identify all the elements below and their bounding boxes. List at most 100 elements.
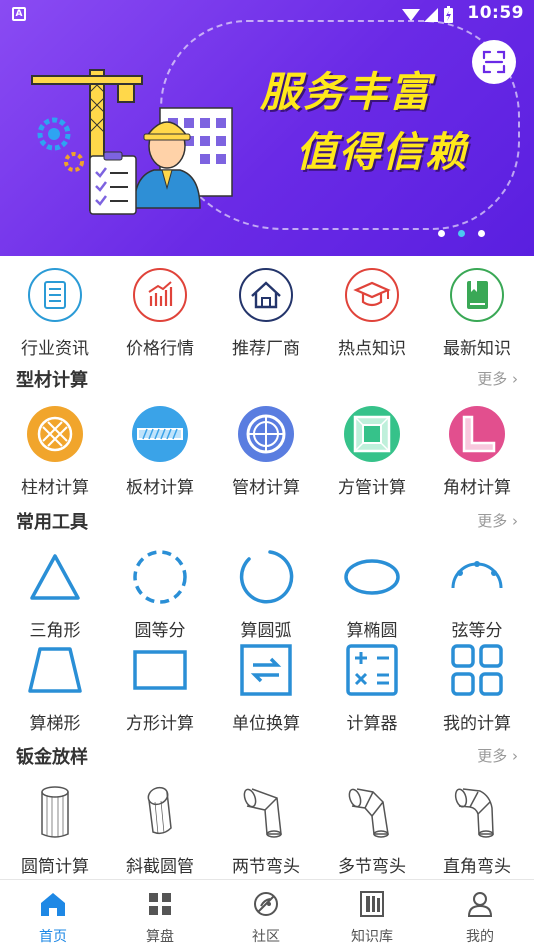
calculator-icon [346,644,398,696]
section-title-common-tools: 常用工具 [16,512,88,533]
tool-label: 板材计算 [126,478,194,498]
tool-label: 方形计算 [126,714,194,734]
tool-label: 直角弯头 [443,857,511,877]
profile-calc-grid: 柱材计算 板材计算 管材计算 方管计算 角材计算 [0,405,534,498]
tool-label: 方管计算 [338,478,406,498]
tab-home[interactable]: 首页 [0,890,106,946]
more-label: 更多 [477,747,508,765]
cylinder-icon [41,786,69,838]
quick-link-latest-knowledge[interactable]: 最新知识 [424,266,530,359]
tool-trapezoid[interactable]: 算梯形 [2,641,108,734]
tool-label: 斜截圆管 [126,857,194,877]
quick-link-price-trend[interactable]: 价格行情 [107,266,213,359]
tool-two-section-elbow[interactable]: 两节弯头 [213,784,319,877]
more-link-common-tools[interactable]: 更多 › [477,510,518,531]
more-link-profile-calc[interactable]: 更多 › [477,368,518,389]
tool-chord-divide[interactable]: 弦等分 [424,548,530,641]
tool-right-angle-elbow[interactable]: 直角弯头 [424,784,530,877]
book-icon [450,268,504,322]
quick-link-hot-knowledge[interactable]: 热点知识 [319,266,425,359]
carousel-dot [438,230,445,237]
tool-label: 管材计算 [232,478,300,498]
tool-label: 三角形 [29,621,81,641]
tab-label: 我的 [466,929,494,945]
user-icon [467,892,493,917]
engineer-illustration [31,69,233,215]
tool-label: 多节弯头 [338,857,406,877]
tool-arc[interactable]: 算圆弧 [213,548,319,641]
tool-label: 算圆弧 [240,621,292,641]
tool-my-calculations[interactable]: 我的计算 [424,641,530,734]
tab-me[interactable]: 我的 [427,890,533,946]
dashed-circle-icon [133,550,187,604]
tool-square-tube[interactable]: 方管计算 [319,405,425,498]
carousel-indicator [438,230,488,238]
tool-angle-steel[interactable]: 角材计算 [424,405,530,498]
more-link-sheet-metal[interactable]: 更多 › [477,745,518,766]
tool-ellipse[interactable]: 算椭圆 [319,548,425,641]
tab-abacus[interactable]: 算盘 [107,890,213,946]
quick-link-industry-news[interactable]: 行业资讯 [2,266,108,359]
tool-label: 圆等分 [134,621,186,641]
right-angle-elbow-icon [454,788,494,838]
quick-link-label: 热点知识 [338,339,406,359]
swap-icon [240,644,292,696]
quick-link-recommended-vendors[interactable]: 推荐厂商 [213,266,319,359]
arc-icon [239,550,294,604]
plate-material-icon [132,406,188,462]
carousel-dot [478,230,485,237]
more-label: 更多 [477,512,508,530]
column-material-icon [27,406,83,462]
rectangle-icon [133,650,187,690]
tool-label: 弦等分 [451,621,503,641]
sheet-metal-grid: 圆筒计算 斜截圆管 两节弯头 多节弯头 直角弯头 [0,784,534,877]
banner[interactable]: A 10:59 服务丰富 值得信赖 [0,0,534,256]
angle-steel-icon [449,406,505,462]
scan-button[interactable] [472,40,516,84]
tool-label: 角材计算 [443,478,511,498]
tool-pipe-material[interactable]: 管材计算 [213,405,319,498]
signal-battery-icon [402,6,453,23]
banner-slogan: 服务丰富 值得信赖 [260,62,468,182]
tool-multi-section-elbow[interactable]: 多节弯头 [319,784,425,877]
tool-label: 计算器 [346,714,398,734]
tab-community[interactable]: 社区 [213,890,319,946]
quick-link-label: 推荐厂商 [232,339,300,359]
house-icon [239,268,293,322]
tool-triangle[interactable]: 三角形 [2,548,108,641]
grid-icon [451,644,503,696]
notification-icon: A [12,7,26,21]
tool-plate-material[interactable]: 板材计算 [107,405,213,498]
quick-link-label: 价格行情 [126,339,194,359]
section-title-sheet-metal: 钣金放样 [16,747,88,768]
section-title-profile-calc: 型材计算 [16,370,88,391]
tool-label: 算椭圆 [346,621,398,641]
tool-label: 两节弯头 [232,857,300,877]
multi-section-elbow-icon [348,788,389,838]
tool-label: 算梯形 [29,714,81,734]
tool-rectangle[interactable]: 方形计算 [107,641,213,734]
tab-label: 首页 [39,929,67,945]
trapezoid-icon [28,647,82,693]
tab-label: 社区 [252,929,280,945]
tool-cylinder[interactable]: 圆筒计算 [2,784,108,877]
tool-oblique-pipe[interactable]: 斜截圆管 [107,784,213,877]
common-tools-row-2: 算梯形 方形计算 单位换算 计算器 我的计算 [0,641,534,734]
tool-calculator[interactable]: 计算器 [319,641,425,734]
tool-label: 圆筒计算 [21,857,89,877]
common-tools-row-1: 三角形 圆等分 算圆弧 算椭圆 弦等分 [0,548,534,641]
price-chart-icon [133,268,187,322]
tool-circle-divide[interactable]: 圆等分 [107,548,213,641]
bottom-tab-bar: 首页 算盘 社区 知识库 我的 [0,879,534,950]
news-list-icon [28,268,82,322]
more-label: 更多 [477,370,508,388]
quick-link-label: 最新知识 [443,339,511,359]
pipe-material-icon [238,406,294,462]
triangle-icon [30,554,80,600]
quick-links: 行业资讯 价格行情 推荐厂商 热点知识 最新知识 [0,266,534,359]
tool-label: 柱材计算 [21,478,89,498]
two-section-elbow-icon [243,788,282,838]
tool-column-material[interactable]: 柱材计算 [2,405,108,498]
tab-knowledge-base[interactable]: 知识库 [319,890,425,946]
tool-unit-convert[interactable]: 单位换算 [213,641,319,734]
